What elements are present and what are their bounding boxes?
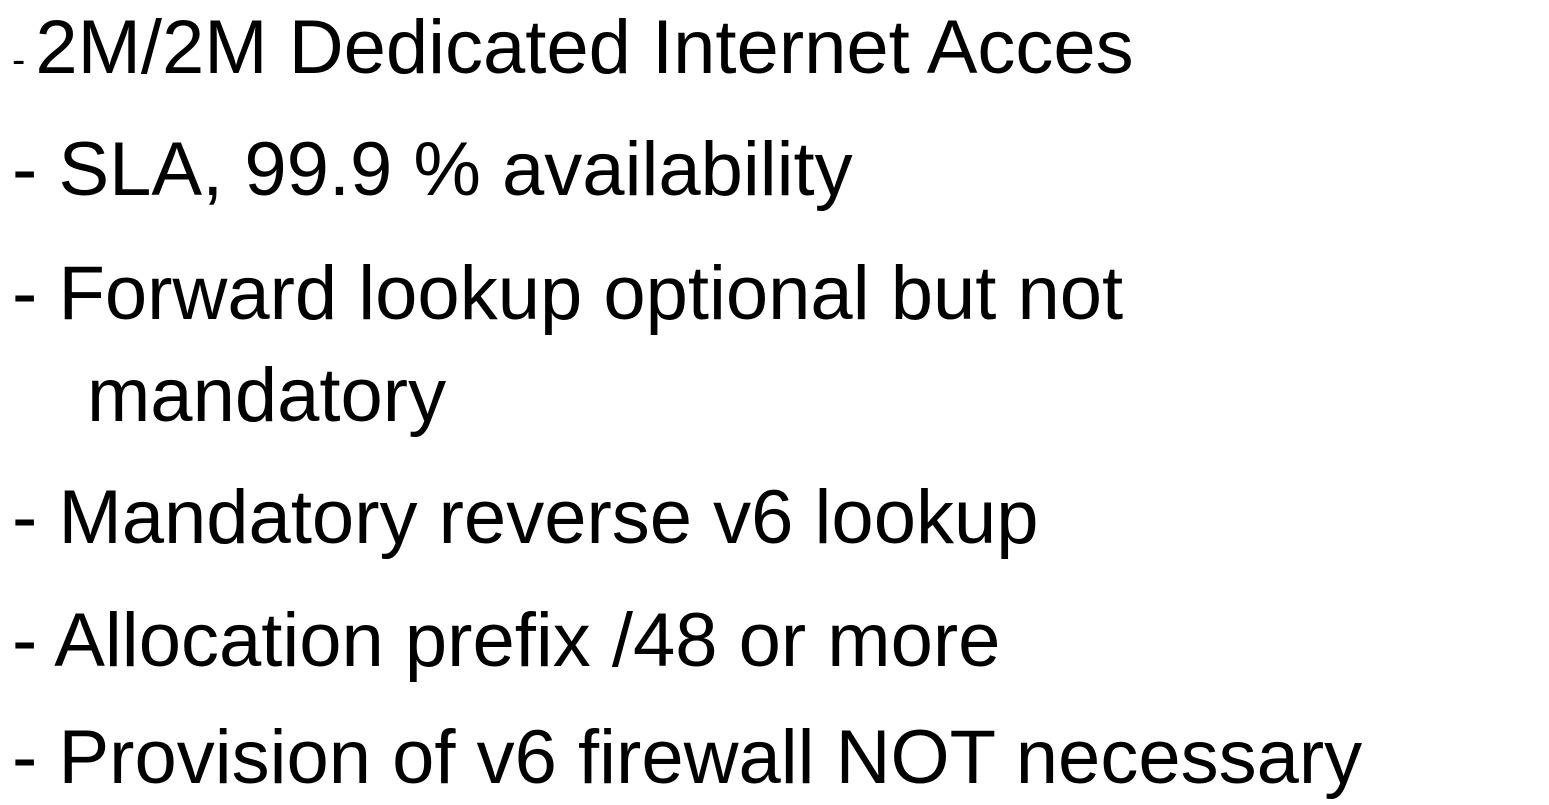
bullet-text: Forward lookup optional but not	[58, 251, 1124, 336]
bullet-dash: -	[12, 475, 38, 560]
bullet-dash: -	[12, 715, 38, 800]
bullet-2: - SLA, 99.9 % availability	[12, 132, 853, 208]
bullet-dash: -	[12, 251, 38, 336]
bullet-text: SLA, 99.9 % availability	[58, 127, 853, 212]
bullet-4: - Mandatory reverse v6 lookup	[12, 480, 1039, 556]
bullet-1: -2M/2M Dedicated Internet Acces	[12, 10, 1134, 86]
bullet-text: Allocation prefix /48 or more	[54, 598, 1001, 683]
bullet-3: - Forward lookup optional but not	[12, 256, 1123, 332]
bullet-text: Mandatory reverse v6 lookup	[58, 475, 1039, 560]
bullet-5: - Allocation prefix /48 or more	[12, 603, 1000, 679]
bullet-text: mandatory	[87, 353, 447, 438]
bullet-6: - Provision of v6 firewall NOT necessary	[12, 720, 1362, 796]
bullet-text: Provision of v6 firewall NOT necessary	[58, 715, 1363, 800]
bullet-dash: -	[12, 38, 26, 82]
bullet-3-continuation: mandatory	[87, 358, 446, 434]
bullet-dash: -	[12, 127, 38, 212]
bullet-dash: -	[12, 598, 38, 683]
bullet-text: 2M/2M Dedicated Internet Acces	[35, 5, 1134, 90]
slide: -2M/2M Dedicated Internet Acces - SLA, 9…	[0, 0, 1549, 805]
